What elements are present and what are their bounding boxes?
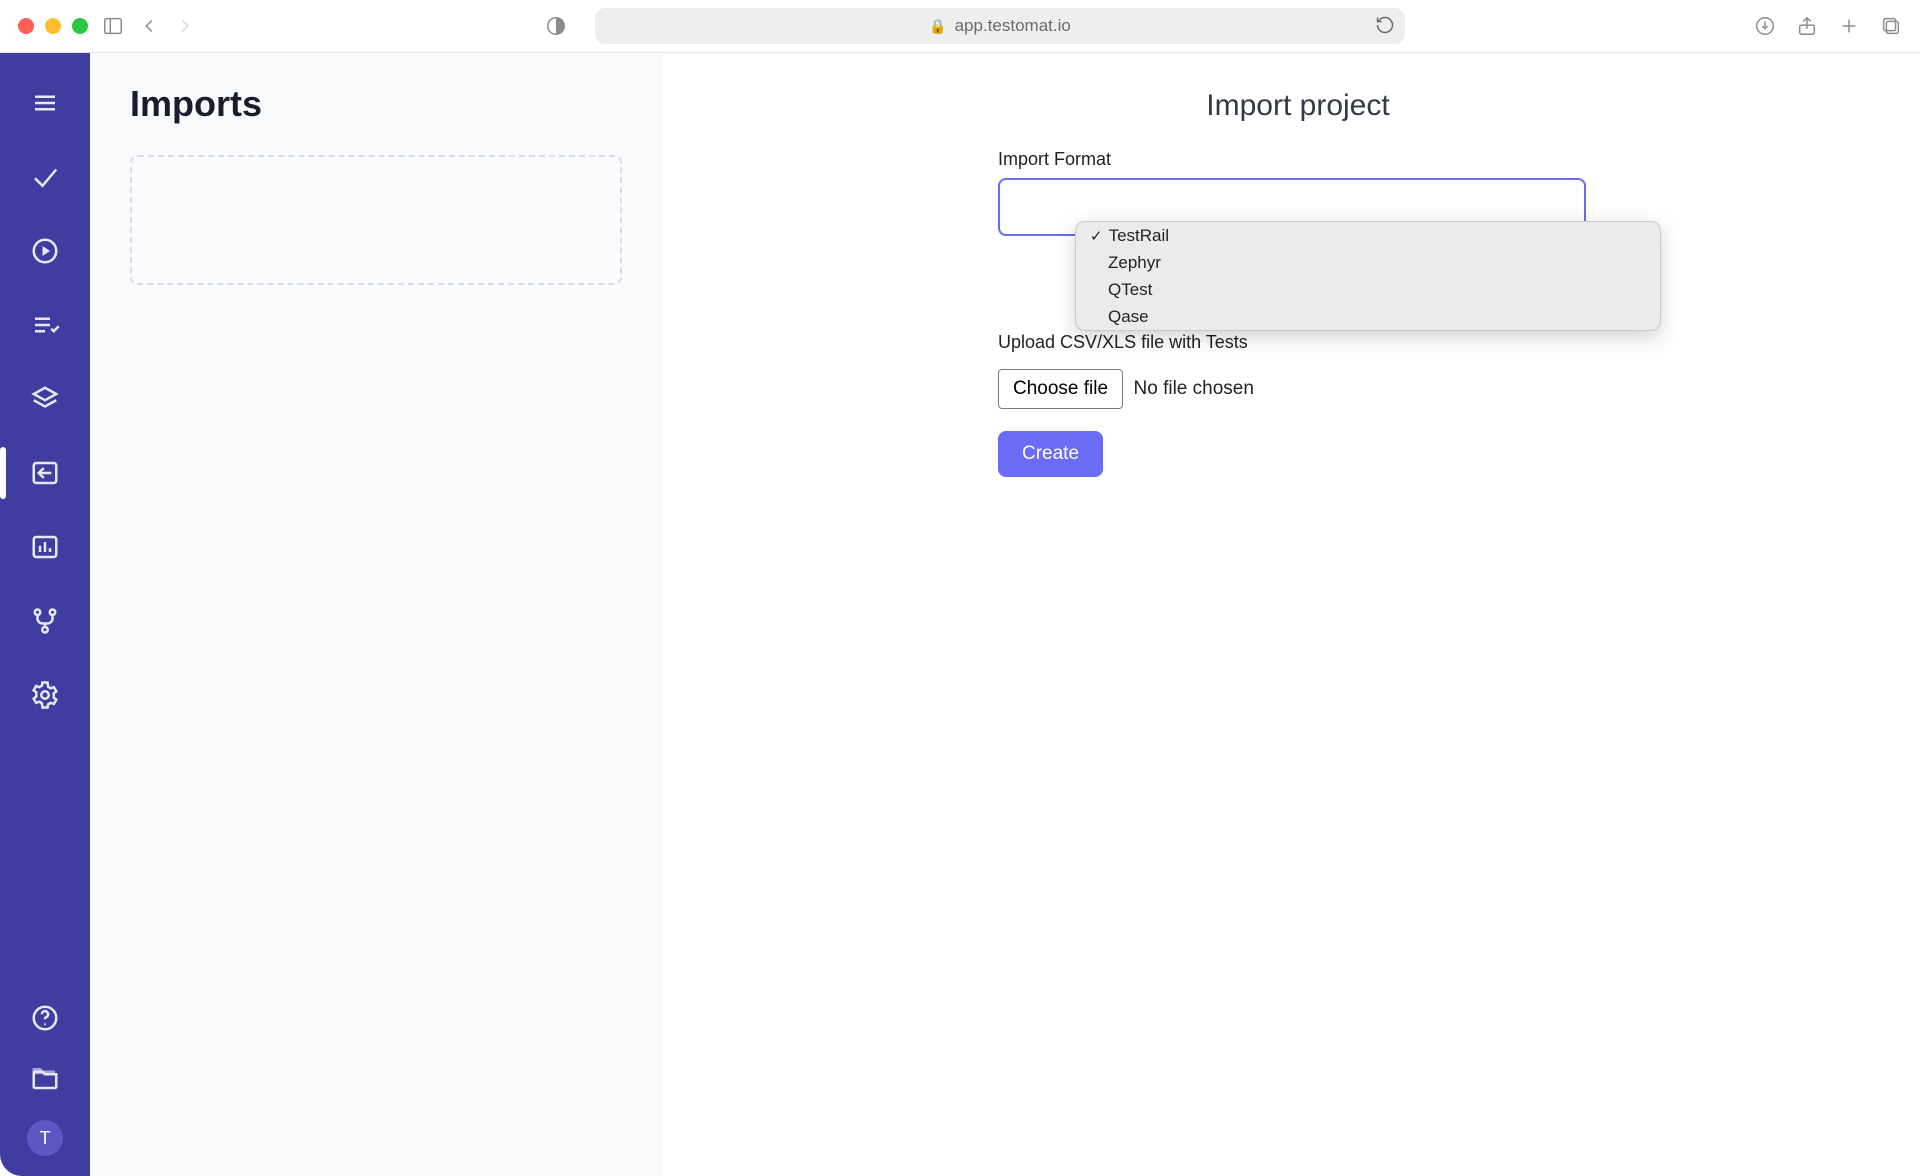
nav-back-icon[interactable] <box>138 15 160 37</box>
menu-icon[interactable] <box>27 85 63 121</box>
nav-imports-icon[interactable] <box>27 455 63 491</box>
window-minimize-dot[interactable] <box>45 18 61 34</box>
imports-list-panel: Imports <box>90 53 662 1176</box>
import-format-dropdown[interactable]: TestRail Zephyr QTest Qase <box>1075 221 1661 331</box>
imports-dropzone[interactable] <box>130 155 622 285</box>
tabs-overview-icon[interactable] <box>1880 15 1902 37</box>
address-bar[interactable]: 🔒 app.testomat.io <box>595 8 1405 44</box>
user-avatar[interactable]: T <box>27 1120 63 1156</box>
upload-label: Upload CSV/XLS file with Tests <box>998 332 1598 353</box>
choose-file-button[interactable]: Choose file <box>998 369 1123 409</box>
reload-icon[interactable] <box>1375 15 1395 40</box>
format-option-zephyr[interactable]: Zephyr <box>1076 249 1660 276</box>
file-chosen-status: No file chosen <box>1134 378 1254 400</box>
sidebar-toggle-icon[interactable] <box>102 15 124 37</box>
nav-tests-icon[interactable] <box>27 159 63 195</box>
nav-runs-icon[interactable] <box>27 233 63 269</box>
avatar-letter: T <box>40 1128 51 1149</box>
create-button[interactable]: Create <box>998 431 1103 477</box>
sidebar: T <box>0 53 90 1176</box>
chrome-right-actions <box>1754 15 1902 37</box>
shield-icon[interactable] <box>545 15 567 37</box>
browser-chrome: 🔒 app.testomat.io <box>0 0 1920 53</box>
nav-suites-icon[interactable] <box>27 381 63 417</box>
nav-settings-icon[interactable] <box>27 677 63 713</box>
format-option-testrail[interactable]: TestRail <box>1076 222 1660 249</box>
share-icon[interactable] <box>1796 15 1818 37</box>
downloads-icon[interactable] <box>1754 15 1776 37</box>
format-option-qase[interactable]: Qase <box>1076 303 1660 330</box>
window-zoom-dot[interactable] <box>72 18 88 34</box>
nav-plans-icon[interactable] <box>27 307 63 343</box>
window-traffic-lights <box>18 18 88 34</box>
format-option-qtest[interactable]: QTest <box>1076 276 1660 303</box>
new-tab-icon[interactable] <box>1838 15 1860 37</box>
modal-title: Import project <box>998 89 1598 123</box>
address-text: app.testomat.io <box>955 16 1071 36</box>
nav-branches-icon[interactable] <box>27 603 63 639</box>
lock-icon: 🔒 <box>929 18 946 35</box>
import-format-label: Import Format <box>998 149 1598 170</box>
nav-forward-icon <box>174 15 196 37</box>
window-close-dot[interactable] <box>18 18 34 34</box>
help-icon[interactable] <box>27 1000 63 1036</box>
page-title: Imports <box>130 83 622 125</box>
nav-analytics-icon[interactable] <box>27 529 63 565</box>
projects-icon[interactable] <box>27 1060 63 1096</box>
